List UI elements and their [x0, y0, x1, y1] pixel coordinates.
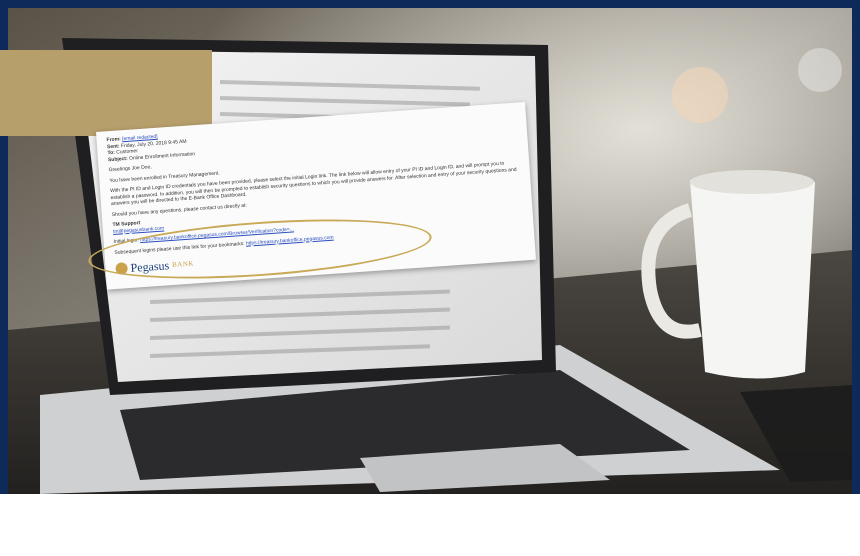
- gold-accent-block: [0, 50, 212, 136]
- white-bottom-band: [0, 494, 860, 556]
- bokeh-light: [672, 67, 728, 123]
- subject-label: Subject:: [107, 155, 128, 163]
- bokeh-light: [798, 48, 842, 92]
